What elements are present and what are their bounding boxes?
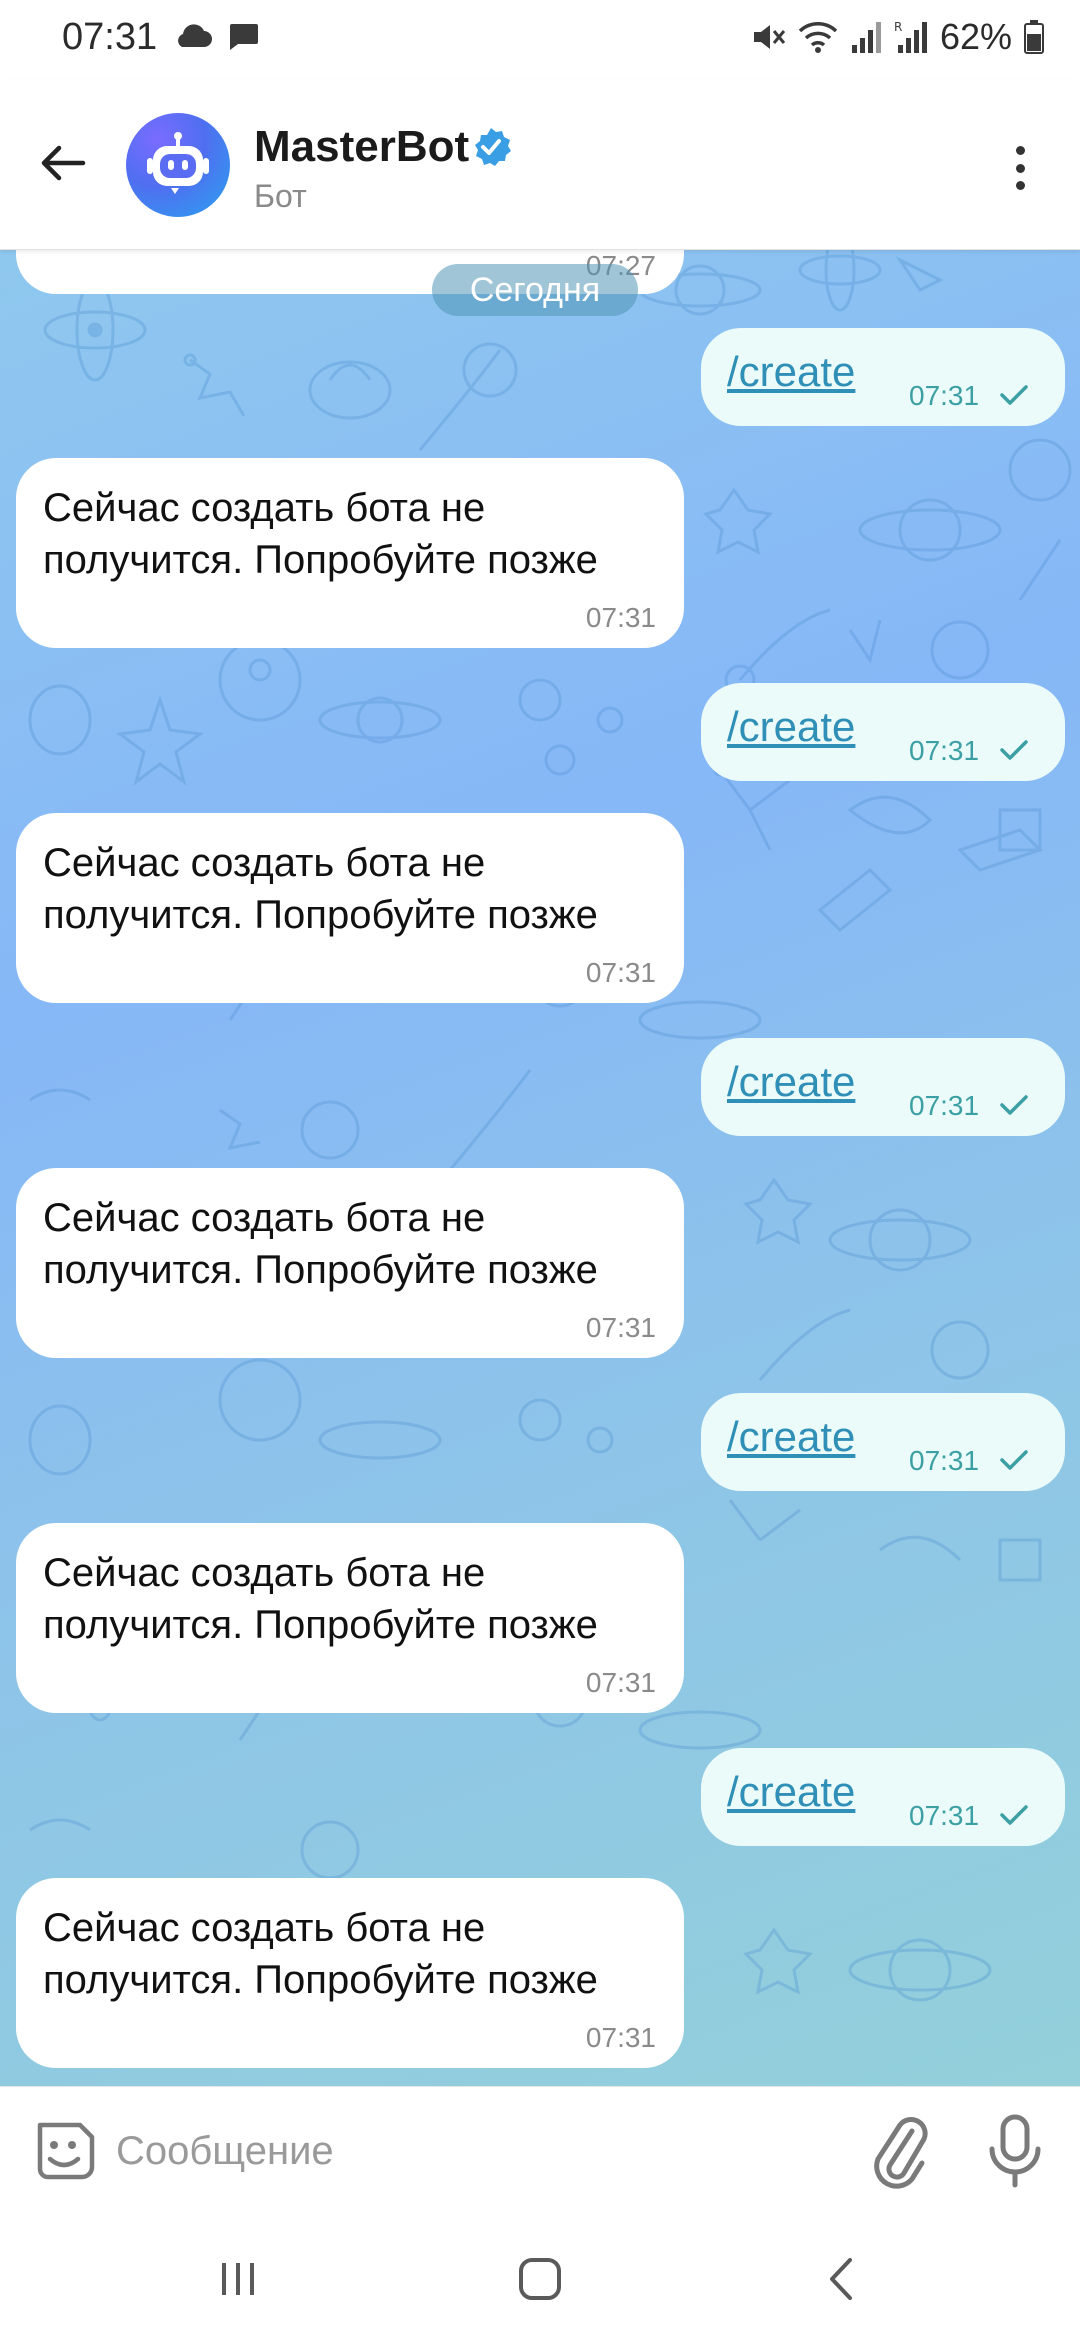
back-button[interactable] bbox=[30, 130, 96, 196]
message-time: 07:31 bbox=[585, 1667, 656, 1698]
check-icon bbox=[1000, 1095, 1028, 1115]
battery-percent: 62% bbox=[939, 16, 1012, 57]
message-time: 07:31 bbox=[909, 735, 980, 766]
sticker-icon[interactable] bbox=[30, 2117, 98, 2185]
more-options-button[interactable] bbox=[1000, 140, 1040, 196]
message-text-line: Сейчас создать бота не bbox=[43, 1551, 486, 1595]
message-icon bbox=[230, 24, 258, 50]
message-text-line: получится. Попробуйте позже bbox=[43, 1958, 598, 2002]
signal-r-icon: R bbox=[894, 20, 927, 53]
avatar[interactable] bbox=[126, 113, 230, 217]
recent-apps-button[interactable] bbox=[198, 2244, 278, 2314]
outgoing-message[interactable]: /create 07:31 bbox=[701, 1038, 1065, 1136]
message-time: 07:31 bbox=[585, 957, 656, 988]
command-link[interactable]: /create bbox=[727, 703, 855, 751]
incoming-message[interactable]: Сейчас создать бота не получится. Попробу… bbox=[16, 813, 684, 1003]
message-input[interactable] bbox=[116, 2117, 836, 2185]
home-button[interactable] bbox=[500, 2244, 580, 2314]
message-text-line: Сейчас создать бота не bbox=[43, 841, 486, 885]
signal-icon bbox=[851, 22, 881, 53]
incoming-message[interactable]: Сейчас создать бота не получится. Попробу… bbox=[16, 1878, 684, 2068]
check-icon bbox=[1000, 1805, 1028, 1825]
chat-subtitle: Бот bbox=[254, 178, 307, 214]
check-icon bbox=[1000, 385, 1028, 405]
message-text-line: получится. Попробуйте позже bbox=[43, 538, 598, 582]
chat-title[interactable]: MasterBot bbox=[254, 122, 469, 172]
command-link[interactable]: /create bbox=[727, 348, 855, 396]
check-icon bbox=[1000, 1450, 1028, 1470]
home-icon bbox=[519, 2258, 561, 2300]
battery-icon bbox=[1024, 20, 1044, 54]
chat-header: MasterBot Бот bbox=[0, 80, 1080, 250]
status-notification-icons bbox=[172, 20, 260, 52]
message-time: 07:31 bbox=[585, 602, 656, 633]
outgoing-message[interactable]: /create 07:31 bbox=[701, 683, 1065, 781]
message-time: 07:31 bbox=[585, 1312, 656, 1343]
message-text-line: получится. Попробуйте позже bbox=[43, 1603, 598, 1647]
back-icon bbox=[830, 2258, 852, 2300]
paperclip-icon[interactable] bbox=[868, 2109, 934, 2193]
message-text-line: получится. Попробуйте позже bbox=[43, 893, 598, 937]
wifi-icon bbox=[798, 22, 838, 53]
status-time: 07:31 bbox=[62, 16, 158, 58]
message-time: 07:31 bbox=[909, 1090, 980, 1121]
message-time: 07:31 bbox=[585, 2022, 656, 2053]
incoming-message[interactable]: Сейчас создать бота не получится. Попробу… bbox=[16, 1168, 684, 1358]
chat-area[interactable]: 07:27 Сегодня /create 07:31 Сейчас созда… bbox=[0, 250, 1080, 2086]
microphone-icon[interactable] bbox=[982, 2109, 1048, 2193]
check-icon bbox=[1000, 740, 1028, 760]
message-time: 07:31 bbox=[909, 380, 980, 411]
message-text-line: Сейчас создать бота не bbox=[43, 1196, 486, 1240]
message-text-line: Сейчас создать бота не bbox=[43, 486, 486, 530]
command-link[interactable]: /create bbox=[727, 1413, 855, 1461]
outgoing-message[interactable]: /create 07:31 bbox=[701, 1393, 1065, 1491]
outgoing-message[interactable]: /create 07:31 bbox=[701, 328, 1065, 426]
message-time: 07:31 bbox=[909, 1800, 980, 1831]
outgoing-message[interactable]: /create 07:31 bbox=[701, 1748, 1065, 1846]
incoming-message[interactable]: Сейчас создать бота не получится. Попробу… bbox=[16, 458, 684, 648]
recent-apps-icon bbox=[222, 2263, 254, 2295]
bot-avatar-icon bbox=[147, 132, 209, 194]
cloud-icon bbox=[178, 24, 212, 47]
svg-text:R: R bbox=[894, 20, 902, 34]
message-composer bbox=[0, 2086, 1080, 2214]
more-vert-icon bbox=[1015, 146, 1025, 155]
command-link[interactable]: /create bbox=[727, 1058, 855, 1106]
message-time: 07:31 bbox=[909, 1445, 980, 1476]
system-nav-bar bbox=[0, 2214, 1080, 2340]
incoming-message[interactable]: Сейчас создать бота не получится. Попробу… bbox=[16, 1523, 684, 1713]
verified-icon bbox=[475, 128, 511, 166]
mute-icon bbox=[753, 25, 786, 49]
nav-back-button[interactable] bbox=[802, 2244, 882, 2314]
back-arrow-icon bbox=[41, 145, 86, 181]
command-link[interactable]: /create bbox=[727, 1768, 855, 1816]
date-chip: Сегодня bbox=[432, 264, 638, 316]
message-text-line: Сейчас создать бота не bbox=[43, 1906, 486, 1950]
status-bar: 07:31 R 62% bbox=[0, 0, 1080, 80]
status-system-icons: R 62% bbox=[750, 16, 1044, 58]
message-text-line: получится. Попробуйте позже bbox=[43, 1248, 598, 1292]
